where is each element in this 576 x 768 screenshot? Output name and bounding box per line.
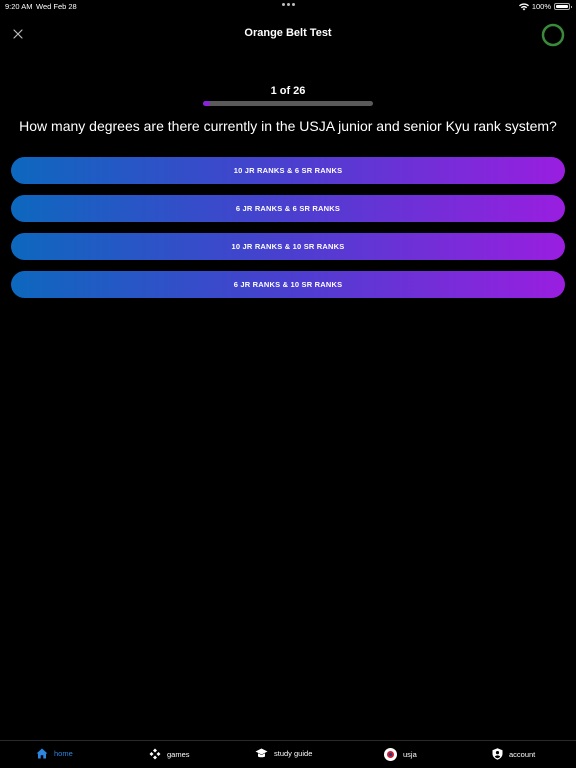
answer-button-2[interactable]: 6 JR RANKS & 6 SR RANKS <box>11 195 565 222</box>
status-date: Wed Feb 28 <box>36 2 77 11</box>
tab-study-guide[interactable]: study guide <box>255 748 312 759</box>
answer-button-1[interactable]: 10 JR RANKS & 6 SR RANKS <box>11 157 565 184</box>
account-shield-icon <box>492 748 503 760</box>
tab-usja-label: usja <box>403 750 417 759</box>
question-counter: 1 of 26 <box>270 85 306 97</box>
progress-ring-icon <box>541 23 565 47</box>
graduation-cap-icon <box>255 748 268 758</box>
question-text: How many degrees are there currently in … <box>19 118 557 134</box>
quiz-progress-bar <box>203 101 373 106</box>
multitasking-dots-icon[interactable] <box>282 3 295 6</box>
tab-home-label: home <box>54 749 73 758</box>
usja-logo <box>384 748 397 761</box>
status-time: 9:20 AM <box>5 2 33 11</box>
answer-button-3[interactable]: 10 JR RANKS & 10 SR RANKS <box>11 233 565 260</box>
tab-games-label: games <box>167 749 190 759</box>
quiz-progress-fill <box>203 101 210 106</box>
tab-games[interactable]: games <box>149 748 190 760</box>
wifi-icon <box>518 2 529 11</box>
tab-account-label: account <box>509 749 536 759</box>
answer-button-4[interactable]: 6 JR RANKS & 10 SR RANKS <box>11 271 565 298</box>
status-bar: 9:20 AM Wed Feb 28 100% <box>0 0 576 14</box>
tab-account[interactable]: account <box>492 748 535 760</box>
tab-home[interactable]: home <box>36 748 73 759</box>
battery-percent: 100% <box>531 2 551 11</box>
home-icon <box>36 748 48 759</box>
status-right: 100% <box>518 2 572 11</box>
tab-study-guide-label: study guide <box>274 749 313 758</box>
tab-usja[interactable]: usja <box>384 748 417 761</box>
tab-bar: home games study guide usja account <box>0 740 576 768</box>
answer-list: 10 JR RANKS & 6 SR RANKS 6 JR RANKS & 6 … <box>11 157 565 309</box>
battery-icon <box>554 3 572 10</box>
page-title: Orange Belt Test <box>244 27 332 39</box>
gamepad-icon <box>149 748 161 760</box>
